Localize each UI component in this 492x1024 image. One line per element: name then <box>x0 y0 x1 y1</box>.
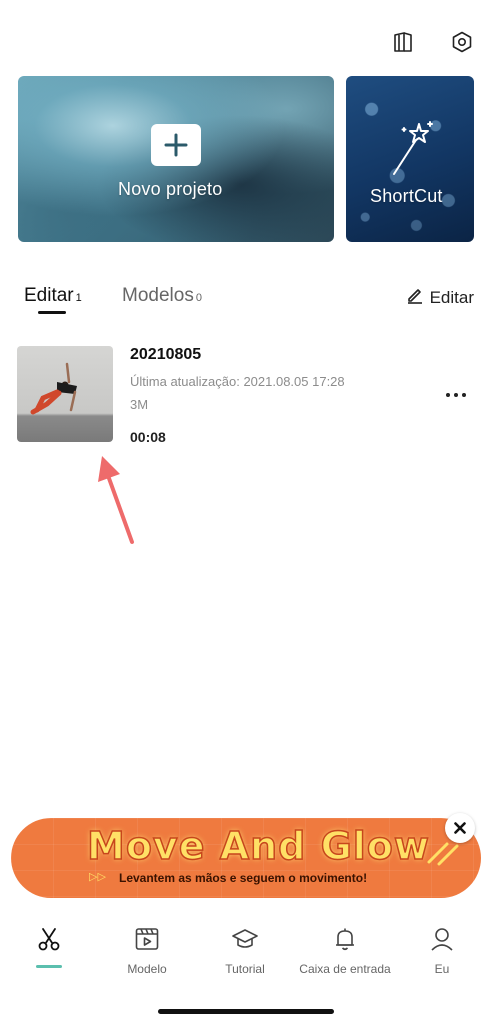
shortcut-card[interactable]: ShortCut <box>346 76 474 242</box>
pencil-icon <box>406 286 424 309</box>
nav-eu-label: Eu <box>434 962 450 976</box>
settings-icon[interactable] <box>448 28 476 56</box>
new-project-card[interactable]: Novo projeto <box>18 76 334 242</box>
tab-active-indicator <box>38 311 66 314</box>
nav-modelo[interactable]: Modelo <box>102 926 192 976</box>
tab-editar[interactable]: Editar 1 <box>24 285 82 307</box>
plus-icon <box>151 124 201 166</box>
graduation-cap-icon <box>231 926 259 957</box>
close-icon <box>454 822 466 834</box>
nav-edit[interactable] <box>4 926 94 957</box>
project-updated: Última atualização: 2021.08.05 17:28 <box>130 374 345 389</box>
nav-tutorial-label: Tutorial <box>225 962 265 976</box>
nav-eu[interactable]: Eu <box>397 926 487 976</box>
close-banner-button[interactable] <box>445 813 475 843</box>
bell-icon <box>332 926 358 957</box>
dancer-image <box>30 362 77 415</box>
shortcut-label: ShortCut <box>370 186 443 206</box>
tab-modelos-label: Modelos <box>122 285 194 306</box>
promo-banner[interactable]: Move And Glow ▷▷ Levantem as mãos e segu… <box>11 818 481 898</box>
nav-inbox[interactable]: Caixa de entrada <box>299 926 391 976</box>
nav-tutorial[interactable]: Tutorial <box>200 926 290 976</box>
nav-active-indicator <box>36 965 62 968</box>
project-duration: 00:08 <box>130 429 166 445</box>
video-template-icon <box>134 926 160 957</box>
user-icon <box>429 926 455 957</box>
tab-modelos-count: 0 <box>195 292 202 304</box>
play-arrows-icon: ▷▷ <box>89 871 106 883</box>
banner-subtitle: Levantem as mãos e seguem o movimento! <box>119 871 368 885</box>
edit-button[interactable]: Editar <box>406 286 474 309</box>
new-project-label: Novo projeto <box>118 179 223 199</box>
project-title[interactable]: 20210805 <box>130 346 201 364</box>
tab-editar-count: 1 <box>75 292 82 304</box>
home-indicator <box>158 1009 334 1014</box>
sparkle-lines-icon <box>425 838 461 871</box>
banner-title: Move And Glow <box>86 823 431 869</box>
scissors-icon <box>36 926 62 957</box>
book-icon[interactable] <box>389 28 417 56</box>
edit-button-label: Editar <box>429 287 474 307</box>
tab-modelos[interactable]: Modelos 0 <box>122 285 202 307</box>
annotation-arrow-icon <box>94 454 140 551</box>
nav-inbox-label: Caixa de entrada <box>299 962 391 976</box>
project-size: 3M <box>130 397 149 412</box>
project-thumbnail[interactable] <box>17 346 113 442</box>
more-options-icon[interactable] <box>440 384 472 406</box>
tab-editar-label: Editar <box>24 285 74 306</box>
nav-modelo-label: Modelo <box>127 962 167 976</box>
magic-wand-icon <box>390 120 434 181</box>
